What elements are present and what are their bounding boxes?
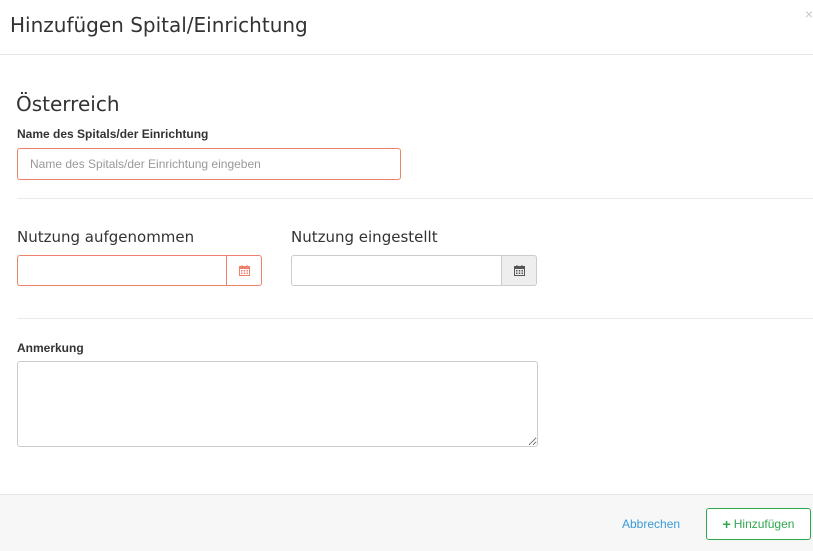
usage-start-date-input[interactable] [17, 255, 226, 286]
facility-name-input[interactable] [17, 148, 401, 180]
usage-end-label: Nutzung eingestellt [291, 228, 438, 246]
usage-start-date-group [17, 255, 262, 286]
cancel-button[interactable]: Abbrechen [622, 517, 680, 531]
usage-start-calendar-button[interactable] [226, 255, 262, 286]
divider [17, 318, 813, 319]
calendar-icon [513, 265, 525, 276]
usage-end-date-input[interactable] [291, 255, 501, 286]
close-icon[interactable]: × [805, 6, 813, 22]
modal-header: Hinzufügen Spital/Einrichtung × [0, 0, 813, 55]
plus-icon: + [722, 516, 731, 532]
calendar-icon [238, 265, 250, 276]
dialog-title: Hinzufügen Spital/Einrichtung [10, 13, 308, 37]
add-button-label: Hinzufügen [733, 517, 795, 531]
divider [17, 198, 813, 199]
usage-end-date-group [291, 255, 537, 286]
usage-start-label: Nutzung aufgenommen [17, 228, 195, 246]
note-label: Anmerkung [17, 341, 84, 355]
modal-footer: Abbrechen + Hinzufügen [0, 494, 813, 551]
country-heading: Österreich [16, 92, 120, 116]
add-button[interactable]: + Hinzufügen [706, 508, 811, 540]
facility-name-label: Name des Spitals/der Einrichtung [17, 127, 209, 141]
note-textarea[interactable] [17, 361, 538, 447]
usage-end-calendar-button[interactable] [501, 255, 537, 286]
